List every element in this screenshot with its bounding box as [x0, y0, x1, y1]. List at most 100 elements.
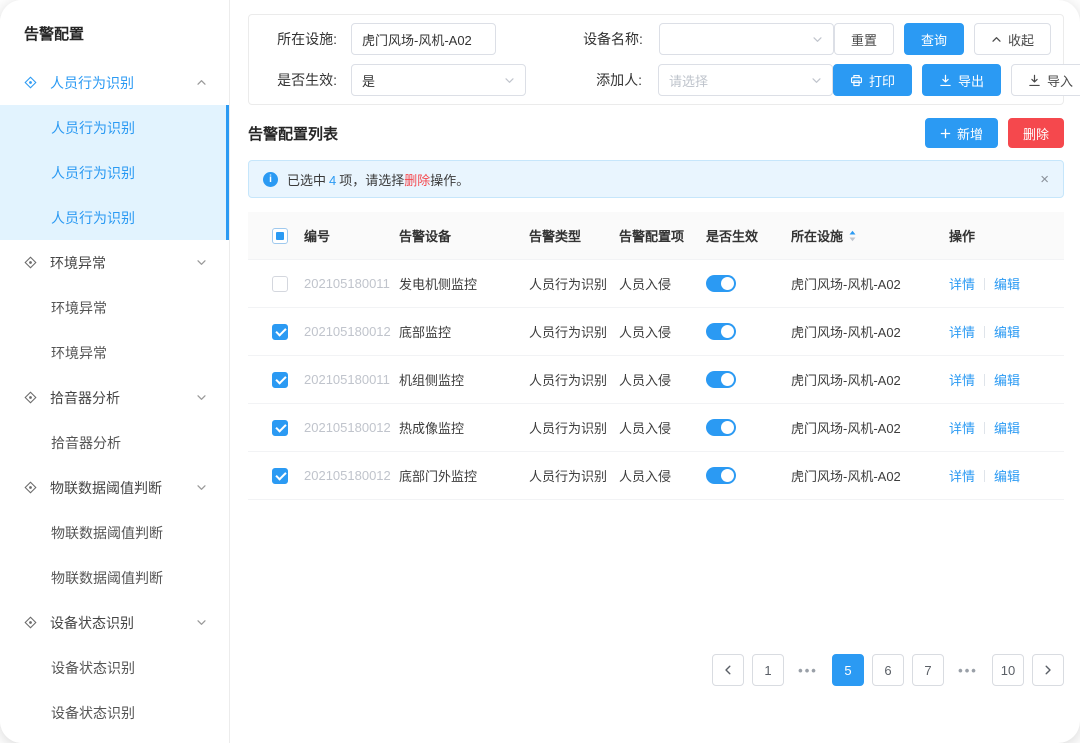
page-button[interactable]: 1	[752, 654, 784, 686]
detail-link[interactable]: 详情	[949, 370, 975, 389]
print-button[interactable]: 打印	[833, 64, 912, 96]
column-header-actions: 操作	[949, 226, 1064, 245]
row-checkbox[interactable]	[272, 324, 288, 340]
page-button[interactable]: •••	[952, 654, 984, 686]
row-config: 人员入侵	[619, 466, 706, 485]
effective-select[interactable]: 是	[351, 64, 526, 96]
sidebar-item[interactable]: 人员行为识别	[0, 150, 229, 195]
detail-link[interactable]: 详情	[949, 322, 975, 341]
chevron-down-icon	[196, 482, 207, 493]
sidebar-group: 人员行为识别 人员行为识别 人员行为识别	[0, 60, 229, 240]
chevron-right-icon	[1042, 664, 1054, 676]
filter-panel: 所在设施: 设备名称: 重置 查询	[248, 14, 1064, 105]
edit-link[interactable]: 编辑	[994, 418, 1020, 437]
sidebar-group-header[interactable]: 设备状态识别	[0, 600, 229, 645]
enabled-toggle[interactable]	[706, 419, 736, 436]
table-row: 202105180012 热成像监控 人员行为识别 人员入侵 虎门风场-风机-A…	[248, 404, 1064, 452]
edit-link[interactable]: 编辑	[994, 274, 1020, 293]
sidebar-item[interactable]: 环境异常	[0, 285, 229, 330]
banner-text: 已选中4项，请选择删除操作。	[287, 170, 469, 189]
sidebar-item[interactable]: 物联数据阈值判断	[0, 510, 229, 555]
chevron-up-icon	[991, 34, 1002, 45]
row-config: 人员入侵	[619, 274, 706, 293]
enabled-toggle[interactable]	[706, 275, 736, 292]
sidebar-item-label: 设备状态识别	[51, 658, 135, 678]
list-actions: 新增 删除	[925, 118, 1064, 148]
sidebar-item[interactable]: 环境异常	[0, 330, 229, 375]
filter-row-1: 所在设施: 设备名称: 重置 查询	[261, 23, 1051, 55]
sidebar-item-label: 环境异常	[51, 343, 107, 363]
page-button[interactable]: 6	[872, 654, 904, 686]
chevron-down-icon	[196, 392, 207, 403]
sidebar-group-label: 拾音器分析	[50, 388, 120, 408]
page-button[interactable]: 5	[832, 654, 864, 686]
main-content: 所在设施: 设备名称: 重置 查询	[230, 0, 1080, 743]
row-facility: 虎门风场-风机-A02	[791, 370, 949, 389]
printer-icon	[850, 74, 863, 87]
diamond-target-icon	[24, 76, 37, 89]
page-button[interactable]: •••	[792, 654, 824, 686]
delete-button[interactable]: 删除	[1008, 118, 1064, 148]
table-row: 202105180012 底部门外监控 人员行为识别 人员入侵 虎门风场-风机-…	[248, 452, 1064, 500]
page-button[interactable]: 7	[912, 654, 944, 686]
export-button[interactable]: 导出	[922, 64, 1001, 96]
chevron-down-icon	[812, 34, 823, 45]
sidebar-item[interactable]: 物联数据阈值判断	[0, 555, 229, 600]
row-checkbox[interactable]	[272, 420, 288, 436]
page-button[interactable]: 10	[992, 654, 1024, 686]
next-page-button[interactable]	[1032, 654, 1064, 686]
enabled-toggle[interactable]	[706, 371, 736, 388]
row-checkbox[interactable]	[272, 468, 288, 484]
row-facility: 虎门风场-风机-A02	[791, 466, 949, 485]
sidebar-item[interactable]: 设备状态识别	[0, 690, 229, 735]
facility-input[interactable]	[351, 23, 496, 55]
link-divider	[984, 470, 985, 482]
detail-link[interactable]: 详情	[949, 418, 975, 437]
add-button[interactable]: 新增	[925, 118, 998, 148]
detail-link[interactable]: 详情	[949, 466, 975, 485]
enabled-toggle[interactable]	[706, 467, 736, 484]
sidebar-group-header[interactable]: 物联数据阈值判断	[0, 465, 229, 510]
sidebar-group-header[interactable]: 人员行为识别	[0, 60, 229, 105]
sidebar-item[interactable]: 设备状态识别	[0, 645, 229, 690]
edit-link[interactable]: 编辑	[994, 370, 1020, 389]
sidebar-group-label: 物联数据阈值判断	[50, 478, 162, 498]
sidebar-group-header[interactable]: 拾音器分析	[0, 375, 229, 420]
row-type: 人员行为识别	[529, 274, 619, 293]
close-icon[interactable]: ×	[1040, 172, 1049, 187]
select-all-checkbox[interactable]	[272, 228, 288, 244]
row-type: 人员行为识别	[529, 322, 619, 341]
filter-buttons-row-1: 重置 查询 收起	[834, 23, 1051, 55]
device-label: 设备名称:	[573, 29, 643, 49]
detail-link[interactable]: 详情	[949, 274, 975, 293]
prev-page-button[interactable]	[712, 654, 744, 686]
sidebar-item[interactable]: 设备状态识别	[0, 735, 229, 743]
reset-button[interactable]: 重置	[834, 23, 894, 55]
edit-link[interactable]: 编辑	[994, 466, 1020, 485]
filter-buttons-row-2: 打印 导出 导入	[833, 64, 1080, 96]
row-checkbox[interactable]	[272, 372, 288, 388]
sort-icon[interactable]	[848, 229, 857, 243]
sidebar-group-header[interactable]: 环境异常	[0, 240, 229, 285]
sidebar-group: 物联数据阈值判断 物联数据阈值判断 物联数据阈值判断	[0, 465, 229, 600]
edit-link[interactable]: 编辑	[994, 322, 1020, 341]
sidebar-item[interactable]: 拾音器分析	[0, 420, 229, 465]
info-icon: i	[263, 172, 278, 187]
filter-device: 设备名称:	[573, 23, 834, 55]
device-select[interactable]	[659, 23, 834, 55]
import-button[interactable]: 导入	[1011, 64, 1080, 96]
sidebar-item[interactable]: 人员行为识别	[0, 195, 229, 240]
row-config: 人员入侵	[619, 322, 706, 341]
column-header-config: 告警配置项	[619, 226, 706, 245]
sidebar-group: 环境异常 环境异常 环境异常	[0, 240, 229, 375]
search-button[interactable]: 查询	[904, 23, 964, 55]
enabled-toggle[interactable]	[706, 323, 736, 340]
creator-select[interactable]: 请选择	[658, 64, 833, 96]
sidebar-item-label: 环境异常	[51, 298, 107, 318]
chevron-down-icon	[811, 75, 822, 86]
sidebar-item[interactable]: 人员行为识别	[0, 105, 229, 150]
row-checkbox[interactable]	[272, 276, 288, 292]
effective-label: 是否生效:	[261, 70, 337, 90]
alarm-config-page: 告警配置 人员行为识别 人员行为识别	[0, 0, 1080, 743]
collapse-button[interactable]: 收起	[974, 23, 1051, 55]
